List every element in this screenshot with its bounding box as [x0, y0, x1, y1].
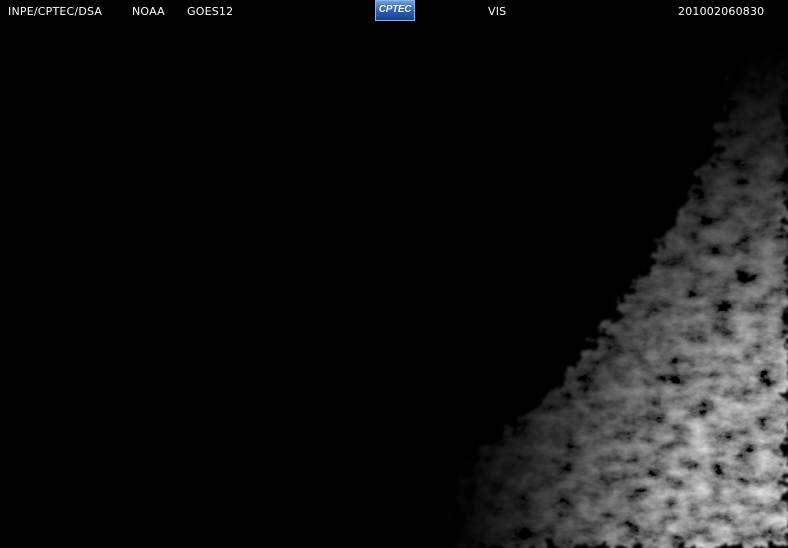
- organization-label: INPE/CPTEC/DSA: [8, 5, 103, 18]
- channel-label: VIS: [488, 5, 507, 18]
- satellite-label: GOES12: [187, 5, 234, 18]
- satellite-image-viewer: INPE/CPTEC/DSA NOAA GOES12 CPTEC VIS 201…: [0, 0, 788, 548]
- cptec-logo-text: CPTEC: [378, 4, 412, 15]
- timestamp-label: 201002060830: [678, 5, 765, 18]
- agency-label: NOAA: [132, 5, 165, 18]
- satellite-visible-image: [0, 0, 788, 548]
- cptec-logo: CPTEC: [375, 0, 415, 21]
